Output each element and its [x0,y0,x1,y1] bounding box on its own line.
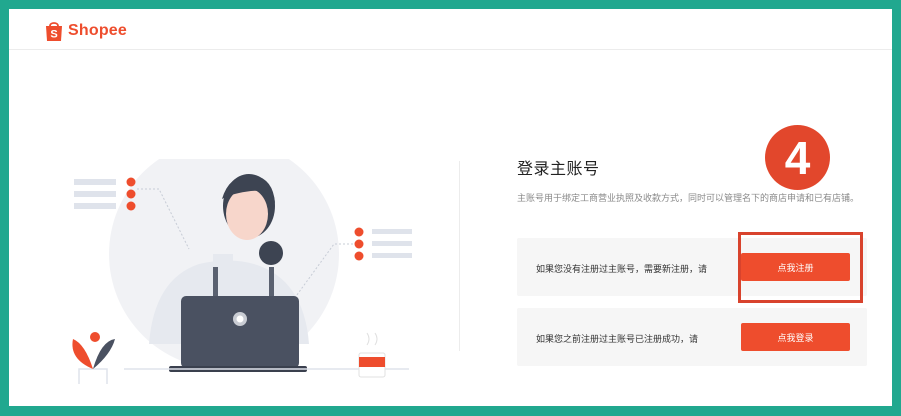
login-option: 如果您之前注册过主账号已注册成功，请 点我登录 [517,308,867,366]
login-button[interactable]: 点我登录 [741,323,850,351]
step-number-badge: 4 [765,125,830,190]
shopping-bag-icon: S [46,22,62,41]
panel-description: 主账号用于绑定工商营业执照及收款方式，同时可以管理名下的商店申请和已有店铺。 [517,194,860,204]
register-option-text: 如果您没有注册过主账号，需要新注册，请 [536,265,708,275]
page-frame: S Shopee 登录主账号 主账号用于绑定工商营业执照及收款方式，同时可以管理… [9,9,892,406]
top-header: S Shopee [9,9,892,50]
login-option-text: 如果您之前注册过主账号已注册成功，请 [536,335,699,345]
annotation-highlight-box [738,232,863,303]
logo-bag-letter: S [50,29,57,41]
section-divider [459,161,460,351]
woman-with-laptop-illustration [72,159,412,384]
logo-text: Shopee [68,22,127,39]
shopee-logo[interactable]: S Shopee [44,20,127,42]
